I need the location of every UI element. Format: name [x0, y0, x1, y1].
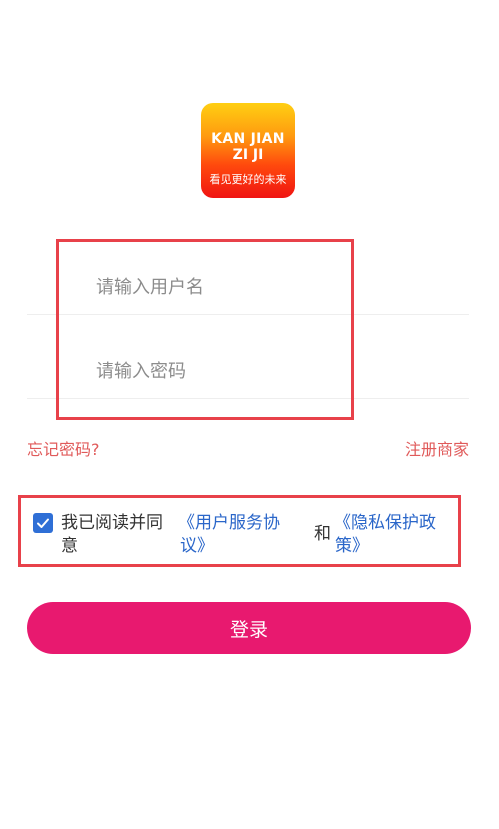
- logo-text-line2: ZI JI: [232, 147, 264, 163]
- login-button[interactable]: 登录: [27, 602, 471, 654]
- input-highlight-box: [56, 239, 354, 420]
- logo-text-line1: KAN JIAN: [211, 131, 285, 147]
- app-logo: KAN JIAN ZI JI 看见更好的未来: [201, 103, 295, 198]
- logo-slogan: 看见更好的未来: [209, 173, 287, 186]
- agreement-highlight-box: [18, 495, 461, 567]
- register-merchant-link[interactable]: 注册商家: [405, 436, 469, 460]
- forgot-password-link[interactable]: 忘记密码?: [27, 436, 100, 460]
